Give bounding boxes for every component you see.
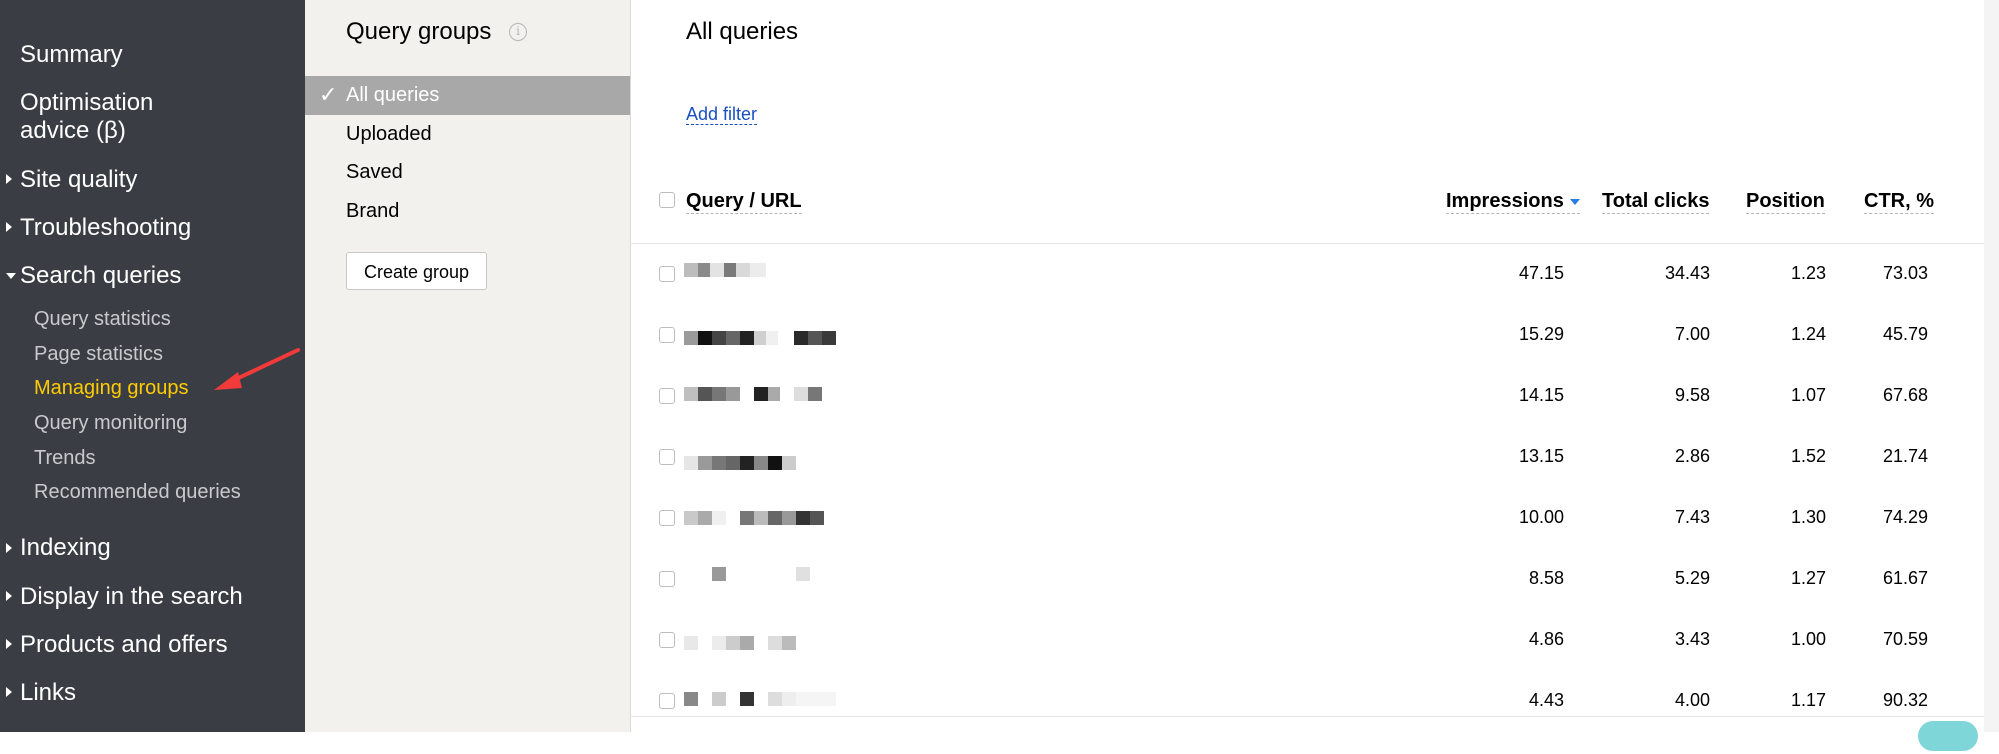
checkmark-icon: ✓ (319, 82, 338, 107)
cell-position: 1.27 (1790, 568, 1826, 588)
cell-total-clicks: 9.58 (1674, 385, 1710, 405)
group-item-all-queries[interactable]: ✓ All queries (305, 76, 630, 115)
cell-ctr: 74.29 (1882, 507, 1928, 527)
cell-total-clicks: 34.43 (1664, 263, 1710, 283)
cell-total-clicks: 5.29 (1674, 568, 1710, 588)
cell-total-clicks: 2.86 (1674, 446, 1710, 466)
cell-impressions: 8.58 (1528, 568, 1564, 588)
sidebar-item-optimisation-advice-line2[interactable]: advice (β) (20, 117, 126, 145)
cell-total-clicks: 7.00 (1674, 324, 1710, 344)
cell-impressions: 4.86 (1528, 629, 1564, 649)
column-header-query-url[interactable]: Query / URL (686, 189, 802, 214)
caret-right-icon (6, 543, 12, 553)
row-checkbox[interactable] (659, 327, 675, 343)
cell-position: 1.17 (1790, 690, 1826, 710)
cell-ctr: 90.32 (1882, 690, 1928, 710)
row-checkbox[interactable] (659, 449, 675, 465)
create-group-button[interactable]: Create group (346, 252, 487, 290)
cell-position: 1.30 (1790, 507, 1826, 527)
cell-ctr: 45.79 (1882, 324, 1928, 344)
row-checkbox[interactable] (659, 693, 675, 709)
sidebar-item-site-quality[interactable]: Site quality (20, 166, 137, 194)
redacted-query-text (684, 331, 836, 345)
sidebar-subitem-page-statistics[interactable]: Page statistics (34, 342, 163, 366)
sidebar-item-summary[interactable]: Summary (20, 41, 123, 69)
cell-total-clicks: 7.43 (1674, 507, 1710, 527)
row-checkbox[interactable] (659, 632, 675, 648)
cell-impressions: 14.15 (1518, 385, 1564, 405)
info-icon[interactable]: i (509, 23, 527, 41)
groups-title: Query groups (346, 18, 492, 45)
row-checkbox[interactable] (659, 510, 675, 526)
group-item-uploaded[interactable]: Uploaded (346, 122, 432, 146)
caret-right-icon (6, 687, 12, 697)
sidebar-subitem-trends[interactable]: Trends (34, 446, 96, 470)
column-header-label: Impressions (1446, 190, 1564, 212)
column-header-ctr[interactable]: CTR, % (1864, 189, 1934, 214)
sidebar-item-search-queries[interactable]: Search queries (20, 262, 181, 290)
redacted-query-text (684, 263, 768, 277)
cell-impressions: 10.00 (1518, 507, 1564, 527)
cell-position: 1.52 (1790, 446, 1826, 466)
group-item-saved[interactable]: Saved (346, 160, 403, 184)
sidebar-subitem-query-monitoring[interactable]: Query monitoring (34, 411, 187, 435)
header-divider (630, 243, 1984, 244)
caret-down-icon (6, 273, 16, 279)
group-label: All queries (346, 84, 440, 106)
redacted-query-text (684, 511, 824, 525)
column-header-impressions[interactable]: Impressions (1446, 189, 1580, 214)
caret-right-icon (6, 639, 12, 649)
query-groups-panel: Query groups i ✓ All queries Uploaded Sa… (305, 0, 631, 732)
sidebar-item-optimisation-advice[interactable]: Optimisation (20, 89, 153, 117)
sort-desc-icon[interactable] (1569, 198, 1580, 205)
cell-position: 1.00 (1790, 629, 1826, 649)
group-item-brand[interactable]: Brand (346, 199, 399, 223)
cell-ctr: 61.67 (1882, 568, 1928, 588)
table-bottom-divider (630, 716, 1984, 717)
caret-right-icon (6, 591, 12, 601)
cell-impressions: 15.29 (1518, 324, 1564, 344)
cell-ctr: 70.59 (1882, 629, 1928, 649)
redacted-query-text (684, 567, 824, 581)
cell-position: 1.23 (1790, 263, 1826, 283)
sidebar-item-indexing[interactable]: Indexing (20, 534, 111, 562)
add-filter-link[interactable]: Add filter (686, 104, 758, 125)
redacted-query-text (684, 636, 810, 650)
cell-ctr: 73.03 (1882, 263, 1928, 283)
cell-position: 1.07 (1790, 385, 1826, 405)
cell-impressions: 47.15 (1518, 263, 1564, 283)
sidebar-item-troubleshooting[interactable]: Troubleshooting (20, 214, 191, 242)
row-checkbox[interactable] (659, 571, 675, 587)
sidebar-item-products-and-offers[interactable]: Products and offers (20, 631, 228, 659)
cell-position: 1.24 (1790, 324, 1826, 344)
select-all-checkbox[interactable] (659, 192, 675, 208)
cell-ctr: 67.68 (1882, 385, 1928, 405)
row-checkbox[interactable] (659, 388, 675, 404)
sidebar-subitem-query-statistics[interactable]: Query statistics (34, 307, 171, 331)
column-header-total-clicks[interactable]: Total clicks (1602, 189, 1710, 214)
redacted-query-text (684, 456, 824, 470)
row-checkbox[interactable] (659, 266, 675, 282)
annotation-arrow-icon (214, 348, 300, 390)
redacted-query-text (684, 692, 838, 706)
caret-right-icon (6, 174, 12, 184)
cell-impressions: 13.15 (1518, 446, 1564, 466)
sidebar-subitem-recommended-queries[interactable]: Recommended queries (34, 480, 241, 504)
redacted-query-text (684, 387, 824, 401)
scrollbar-track[interactable] (1984, 0, 1999, 732)
cell-total-clicks: 4.00 (1674, 690, 1710, 710)
page-title: All queries (686, 18, 799, 45)
caret-right-icon (6, 222, 12, 232)
cell-total-clicks: 3.43 (1674, 629, 1710, 649)
sidebar-item-links[interactable]: Links (20, 679, 76, 707)
sidebar-subitem-managing-groups[interactable]: Managing groups (34, 376, 189, 400)
cell-ctr: 21.74 (1882, 446, 1928, 466)
chat-widget-icon[interactable] (1915, 718, 1981, 754)
sidebar-item-display-in-search[interactable]: Display in the search (20, 583, 243, 611)
cell-impressions: 4.43 (1528, 690, 1564, 710)
column-header-position[interactable]: Position (1746, 189, 1825, 214)
